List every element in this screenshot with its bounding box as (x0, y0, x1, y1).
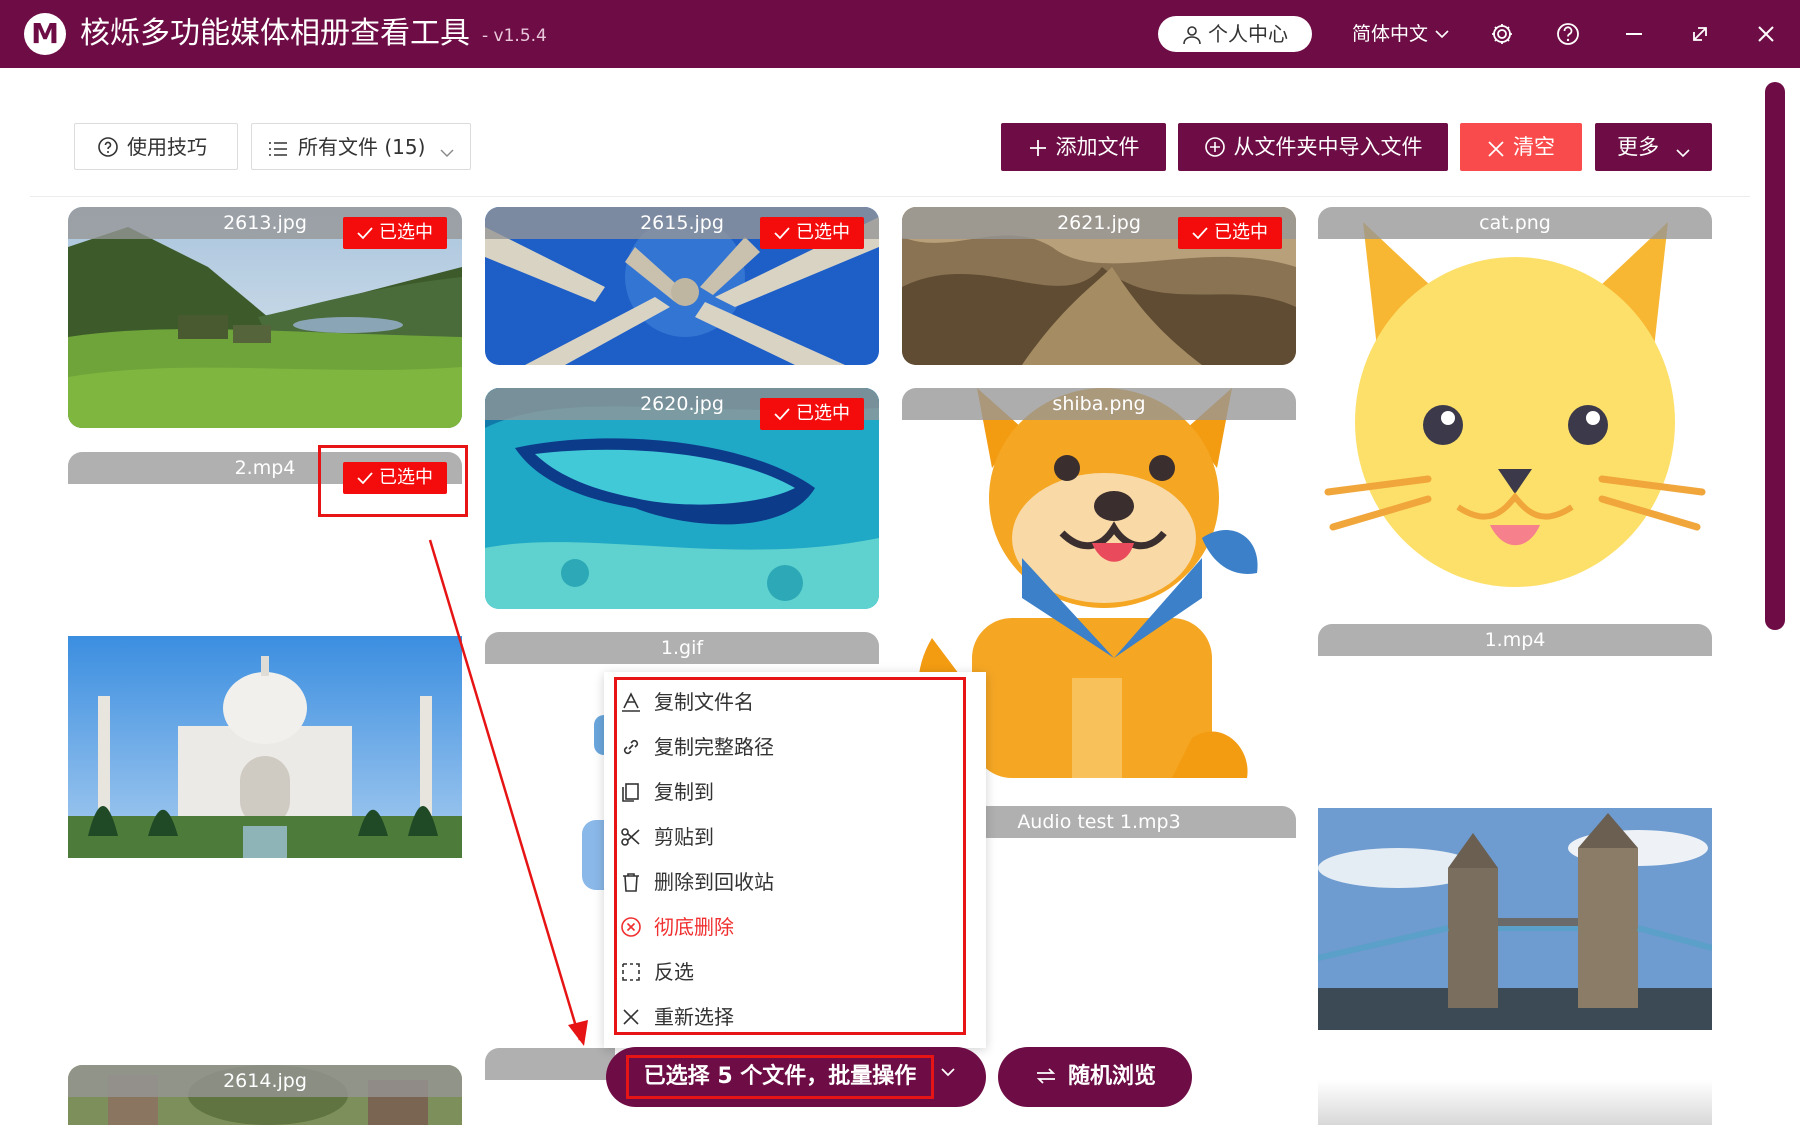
menu-item-copy-path[interactable]: 复制完整路径 (620, 725, 950, 769)
menu-item-cut-to[interactable]: 剪贴到 (620, 815, 950, 859)
text-icon (622, 692, 640, 712)
random-browse-button[interactable]: 随机浏览 (998, 1047, 1192, 1107)
copy-icon (622, 783, 639, 802)
random-browse-label: 随机浏览 (1067, 1064, 1156, 1089)
menu-item-label: 复制文件名 (654, 690, 754, 714)
menu-item-copy-to[interactable]: 复制到 (620, 770, 950, 814)
menu-item-label: 复制到 (654, 780, 714, 804)
menu-item-label: 反选 (654, 960, 694, 984)
menu-item-label: 删除到回收站 (654, 870, 774, 894)
menu-item-reselect[interactable]: 重新选择 (620, 995, 950, 1039)
shuffle-icon (1036, 1068, 1056, 1084)
trash-icon (623, 873, 639, 892)
close-icon (623, 1009, 639, 1025)
menu-item-label: 剪贴到 (654, 825, 714, 849)
menu-item-copy-filename[interactable]: 复制文件名 (620, 680, 950, 724)
invert-select-icon (622, 963, 640, 981)
delete-circle-icon (621, 917, 641, 937)
batch-operation-label: 已选择 5 个文件，批量操作 (626, 1055, 934, 1099)
menu-item-label: 重新选择 (654, 1005, 734, 1029)
menu-item-delete-permanently[interactable]: 彻底删除 (620, 905, 950, 949)
menu-item-invert-selection[interactable]: 反选 (620, 950, 950, 994)
chevron-down-icon (941, 1068, 955, 1077)
menu-item-label: 彻底删除 (654, 915, 734, 939)
scissors-icon (621, 828, 640, 846)
link-icon (623, 739, 639, 755)
menu-item-recycle[interactable]: 删除到回收站 (620, 860, 950, 904)
menu-item-label: 复制完整路径 (654, 735, 774, 759)
